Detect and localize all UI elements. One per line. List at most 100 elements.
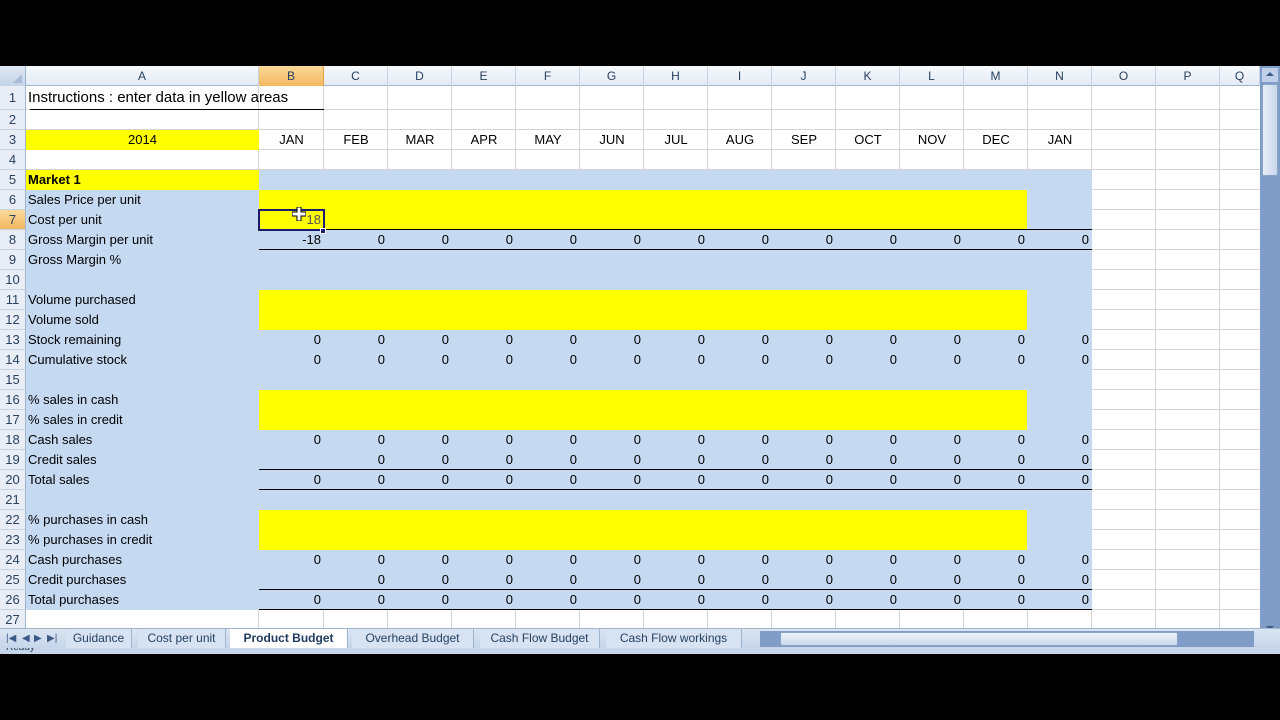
year-cell[interactable]: 2014: [26, 130, 259, 150]
value-cell[interactable]: 0: [580, 450, 644, 470]
row-header-19[interactable]: 19: [0, 450, 26, 470]
value-cell[interactable]: 0: [836, 590, 900, 610]
row-header-8[interactable]: 8: [0, 230, 26, 250]
value-cell[interactable]: 0: [452, 350, 516, 370]
row-header-21[interactable]: 21: [0, 490, 26, 510]
value-cell[interactable]: 0: [772, 590, 836, 610]
value-cell[interactable]: 0: [900, 450, 964, 470]
row-header-17[interactable]: 17: [0, 410, 26, 430]
value-cell[interactable]: 0: [580, 230, 644, 250]
first-sheet-icon[interactable]: |◀: [6, 629, 16, 649]
value-cell[interactable]: 0: [644, 550, 708, 570]
value-cell[interactable]: 0: [452, 450, 516, 470]
column-header-c[interactable]: C: [324, 66, 388, 86]
value-cell[interactable]: 0: [964, 230, 1028, 250]
column-header-g[interactable]: G: [580, 66, 644, 86]
row-header-9[interactable]: 9: [0, 250, 26, 270]
value-cell[interactable]: 0: [1028, 470, 1092, 490]
row-header-22[interactable]: 22: [0, 510, 26, 530]
row-header-5[interactable]: 5: [0, 170, 26, 190]
row-header-15[interactable]: 15: [0, 370, 26, 390]
value-cell[interactable]: 0: [259, 430, 324, 450]
worksheet-grid[interactable]: Instructions : enter data in yellow area…: [26, 86, 1260, 636]
input-area-rows-22-23[interactable]: [259, 510, 1027, 550]
row-header-12[interactable]: 12: [0, 310, 26, 330]
row-header-18[interactable]: 18: [0, 430, 26, 450]
row-header-14[interactable]: 14: [0, 350, 26, 370]
value-cell[interactable]: 0: [388, 350, 452, 370]
row-header-4[interactable]: 4: [0, 150, 26, 170]
fill-handle[interactable]: [320, 228, 326, 234]
horizontal-scrollbar[interactable]: [760, 631, 1254, 647]
column-header-a[interactable]: A: [26, 66, 259, 86]
value-cell[interactable]: 0: [964, 450, 1028, 470]
value-cell[interactable]: 0: [900, 550, 964, 570]
value-cell[interactable]: 0: [708, 330, 772, 350]
value-cell[interactable]: 0: [516, 350, 580, 370]
value-cell[interactable]: 0: [516, 550, 580, 570]
prev-sheet-icon[interactable]: ◀: [22, 629, 30, 649]
row-header-23[interactable]: 23: [0, 530, 26, 550]
value-cell[interactable]: 0: [388, 570, 452, 590]
select-all-button[interactable]: [0, 66, 26, 86]
value-cell[interactable]: 0: [452, 570, 516, 590]
value-cell[interactable]: 0: [580, 470, 644, 490]
column-header-o[interactable]: O: [1092, 66, 1156, 86]
value-cell[interactable]: 0: [580, 590, 644, 610]
value-cell[interactable]: -18: [259, 230, 324, 250]
value-cell[interactable]: 0: [1028, 550, 1092, 570]
value-cell[interactable]: 0: [516, 430, 580, 450]
sheet-tab-cost-per-unit[interactable]: Cost per unit: [138, 629, 226, 648]
column-header-q[interactable]: Q: [1220, 66, 1260, 86]
value-cell[interactable]: 0: [708, 570, 772, 590]
value-cell[interactable]: 0: [324, 550, 388, 570]
value-cell[interactable]: 0: [964, 470, 1028, 490]
column-header-i[interactable]: I: [708, 66, 772, 86]
value-cell[interactable]: 0: [324, 430, 388, 450]
value-cell[interactable]: 0: [324, 350, 388, 370]
column-header-f[interactable]: F: [516, 66, 580, 86]
value-cell[interactable]: 0: [580, 330, 644, 350]
value-cell[interactable]: 0: [580, 570, 644, 590]
value-cell[interactable]: 0: [259, 330, 324, 350]
value-cell[interactable]: 0: [452, 470, 516, 490]
value-cell[interactable]: 0: [900, 330, 964, 350]
value-cell[interactable]: 0: [644, 450, 708, 470]
value-cell[interactable]: 0: [324, 470, 388, 490]
row-header-20[interactable]: 20: [0, 470, 26, 490]
sheet-tab-cash-flow-workings[interactable]: Cash Flow workings: [606, 629, 742, 648]
column-header-p[interactable]: P: [1156, 66, 1220, 86]
value-cell[interactable]: 0: [964, 430, 1028, 450]
value-cell[interactable]: 0: [580, 430, 644, 450]
input-area-rows-16-17[interactable]: [259, 390, 1027, 430]
value-cell[interactable]: 0: [772, 550, 836, 570]
row-header-6[interactable]: 6: [0, 190, 26, 210]
sheet-tab-guidance[interactable]: Guidance: [66, 629, 132, 648]
value-cell[interactable]: 0: [324, 590, 388, 610]
value-cell[interactable]: 0: [580, 550, 644, 570]
next-sheet-icon[interactable]: ▶: [34, 629, 42, 649]
sheet-tab-overhead-budget[interactable]: Overhead Budget: [352, 629, 474, 648]
value-cell[interactable]: 0: [708, 350, 772, 370]
value-cell[interactable]: 0: [516, 230, 580, 250]
row-header-1[interactable]: 1: [0, 86, 26, 110]
value-cell[interactable]: 0: [836, 230, 900, 250]
last-sheet-icon[interactable]: ▶|: [47, 629, 57, 649]
column-header-h[interactable]: H: [644, 66, 708, 86]
value-cell[interactable]: 0: [388, 230, 452, 250]
value-cell[interactable]: 0: [964, 350, 1028, 370]
value-cell[interactable]: 0: [388, 470, 452, 490]
value-cell[interactable]: 0: [964, 570, 1028, 590]
value-cell[interactable]: 0: [259, 550, 324, 570]
value-cell[interactable]: 0: [964, 590, 1028, 610]
horizontal-scroll-thumb[interactable]: [780, 632, 1178, 646]
value-cell[interactable]: 0: [388, 330, 452, 350]
value-cell[interactable]: 0: [259, 470, 324, 490]
value-cell[interactable]: 0: [900, 570, 964, 590]
value-cell[interactable]: 0: [452, 590, 516, 610]
value-cell[interactable]: 0: [324, 330, 388, 350]
value-cell[interactable]: 0: [900, 590, 964, 610]
row-header-2[interactable]: 2: [0, 110, 26, 130]
value-cell[interactable]: 0: [772, 230, 836, 250]
value-cell[interactable]: 0: [644, 230, 708, 250]
